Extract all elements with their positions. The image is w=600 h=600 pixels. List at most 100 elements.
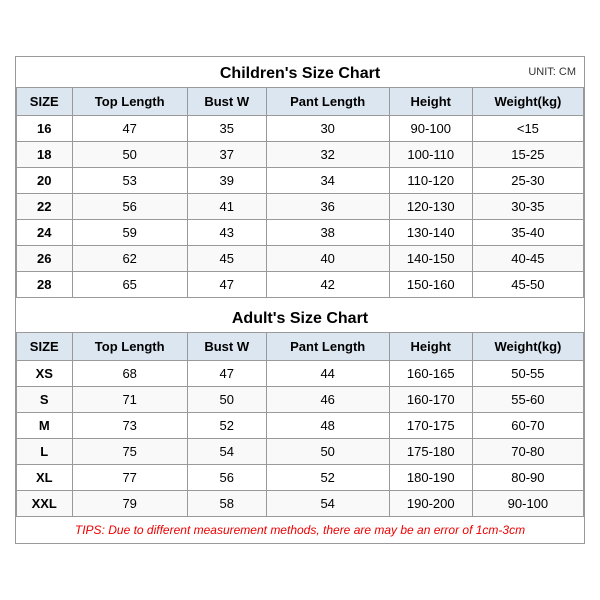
table-cell: 47 [187, 272, 266, 298]
tips-text: TIPS: Due to different measurement metho… [16, 517, 584, 543]
table-cell: 54 [266, 491, 389, 517]
adult-section-title: Adult's Size Chart [16, 302, 584, 332]
table-cell: M [17, 413, 73, 439]
table-cell: 35 [187, 116, 266, 142]
table-cell: 50 [187, 387, 266, 413]
table-cell: 56 [72, 194, 187, 220]
children-title-text: Children's Size Chart [220, 65, 380, 82]
table-cell: 25-30 [472, 168, 583, 194]
table-cell: 16 [17, 116, 73, 142]
table-cell: 20 [17, 168, 73, 194]
table-cell: 15-25 [472, 142, 583, 168]
table-cell: XL [17, 465, 73, 491]
table-cell: 90-100 [389, 116, 472, 142]
adult-col-pantlength: Pant Length [266, 333, 389, 361]
table-cell: 160-165 [389, 361, 472, 387]
table-cell: 90-100 [472, 491, 583, 517]
table-cell: 110-120 [389, 168, 472, 194]
table-cell: 160-170 [389, 387, 472, 413]
table-cell: 100-110 [389, 142, 472, 168]
table-cell: 70-80 [472, 439, 583, 465]
table-cell: 75 [72, 439, 187, 465]
table-row: XL775652180-19080-90 [17, 465, 584, 491]
table-cell: 44 [266, 361, 389, 387]
table-cell: 80-90 [472, 465, 583, 491]
table-cell: 175-180 [389, 439, 472, 465]
children-col-toplength: Top Length [72, 88, 187, 116]
table-cell: 26 [17, 246, 73, 272]
table-cell: 36 [266, 194, 389, 220]
table-row: S715046160-17055-60 [17, 387, 584, 413]
children-table: SIZE Top Length Bust W Pant Length Heigh… [16, 87, 584, 298]
table-cell: L [17, 439, 73, 465]
table-cell: 60-70 [472, 413, 583, 439]
table-cell: 45 [187, 246, 266, 272]
table-cell: 73 [72, 413, 187, 439]
table-cell: S [17, 387, 73, 413]
table-cell: 45-50 [472, 272, 583, 298]
table-row: 20533934110-12025-30 [17, 168, 584, 194]
table-row: M735248170-17560-70 [17, 413, 584, 439]
table-cell: 170-175 [389, 413, 472, 439]
table-row: L755450175-18070-80 [17, 439, 584, 465]
table-cell: 62 [72, 246, 187, 272]
table-cell: 58 [187, 491, 266, 517]
table-cell: 40-45 [472, 246, 583, 272]
table-cell: 190-200 [389, 491, 472, 517]
adult-header-row: SIZE Top Length Bust W Pant Length Heigh… [17, 333, 584, 361]
children-header-row: SIZE Top Length Bust W Pant Length Heigh… [17, 88, 584, 116]
table-row: XS684744160-16550-55 [17, 361, 584, 387]
table-row: 18503732100-11015-25 [17, 142, 584, 168]
table-cell: 40 [266, 246, 389, 272]
table-cell: 41 [187, 194, 266, 220]
table-cell: 130-140 [389, 220, 472, 246]
table-cell: 52 [266, 465, 389, 491]
table-cell: 52 [187, 413, 266, 439]
table-cell: 55-60 [472, 387, 583, 413]
children-col-size: SIZE [17, 88, 73, 116]
table-cell: 46 [266, 387, 389, 413]
table-cell: 18 [17, 142, 73, 168]
table-row: 28654742150-16045-50 [17, 272, 584, 298]
table-cell: 22 [17, 194, 73, 220]
adult-col-weight: Weight(kg) [472, 333, 583, 361]
table-cell: 50 [72, 142, 187, 168]
adult-col-size: SIZE [17, 333, 73, 361]
table-cell: 43 [187, 220, 266, 246]
table-row: 1647353090-100<15 [17, 116, 584, 142]
size-chart-container: Children's Size Chart UNIT: CM SIZE Top … [15, 56, 585, 544]
table-cell: 150-160 [389, 272, 472, 298]
table-cell: 140-150 [389, 246, 472, 272]
table-cell: 28 [17, 272, 73, 298]
table-cell: 54 [187, 439, 266, 465]
unit-label: UNIT: CM [528, 66, 576, 78]
table-row: 22564136120-13030-35 [17, 194, 584, 220]
adult-col-bustw: Bust W [187, 333, 266, 361]
children-col-bustw: Bust W [187, 88, 266, 116]
table-cell: 47 [187, 361, 266, 387]
table-cell: 34 [266, 168, 389, 194]
children-section-title: Children's Size Chart UNIT: CM [16, 57, 584, 87]
adult-title-text: Adult's Size Chart [232, 310, 368, 327]
table-row: XXL795854190-20090-100 [17, 491, 584, 517]
table-cell: 180-190 [389, 465, 472, 491]
table-row: 26624540140-15040-45 [17, 246, 584, 272]
table-cell: 24 [17, 220, 73, 246]
table-cell: 37 [187, 142, 266, 168]
table-cell: 59 [72, 220, 187, 246]
table-cell: 79 [72, 491, 187, 517]
table-cell: 48 [266, 413, 389, 439]
table-cell: 71 [72, 387, 187, 413]
children-col-height: Height [389, 88, 472, 116]
table-cell: 120-130 [389, 194, 472, 220]
table-row: 24594338130-14035-40 [17, 220, 584, 246]
table-cell: 35-40 [472, 220, 583, 246]
table-cell: 30 [266, 116, 389, 142]
table-cell: 56 [187, 465, 266, 491]
table-cell: 39 [187, 168, 266, 194]
table-cell: 50 [266, 439, 389, 465]
children-col-weight: Weight(kg) [472, 88, 583, 116]
table-cell: 50-55 [472, 361, 583, 387]
table-cell: 53 [72, 168, 187, 194]
table-cell: 32 [266, 142, 389, 168]
